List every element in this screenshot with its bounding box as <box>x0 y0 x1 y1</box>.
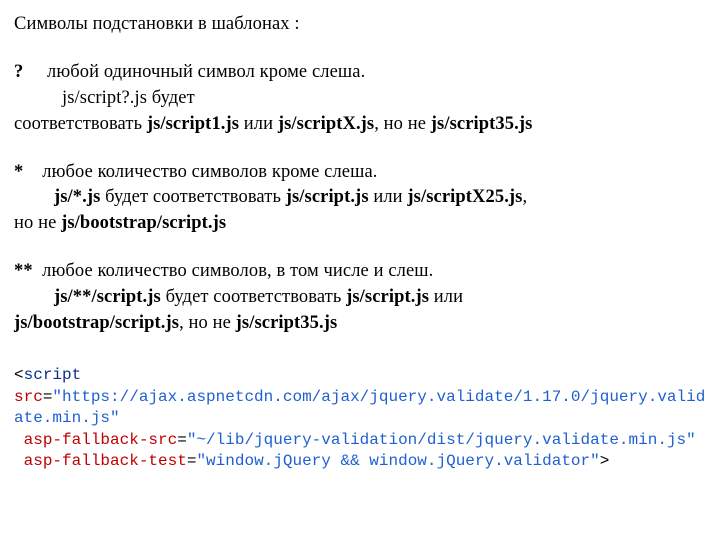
val-fallback-test: "window.jQuery && window.jQuery.validato… <box>196 452 599 470</box>
q-symbol: ? <box>14 62 23 82</box>
star-line3: но не js/bootstrap/script.js <box>14 211 706 237</box>
attr-fallback-test: asp-fallback-test <box>24 452 187 470</box>
attr-fallback-src: asp-fallback-src <box>24 431 178 449</box>
heading: Символы подстановки в шаблонах : <box>14 12 706 38</box>
dstar-line2: js/**/script.js будет соответствовать js… <box>14 285 706 311</box>
star-symbol: * <box>14 162 23 182</box>
dstar-line3: js/bootstrap/script.js, но не js/script3… <box>14 311 706 337</box>
attr-src: src <box>14 388 43 406</box>
q-line2: js/script?.js будет <box>14 86 706 112</box>
code-block: <script src="https://ajax.aspnetcdn.com/… <box>14 365 706 473</box>
star-line1: * любое количество символов кроме слеша. <box>14 160 706 186</box>
q-line3: соответствовать js/script1.js или js/scr… <box>14 112 706 138</box>
val-src: "https://ajax.aspnetcdn.com/ajax/jquery.… <box>14 388 705 428</box>
q-line1: ? любой одиночный символ кроме слеша. <box>14 60 706 86</box>
dstar-symbol: ** <box>14 261 33 281</box>
star-line2: js/*.js будет соответствовать js/script.… <box>14 185 706 211</box>
val-fallback-src: "~/lib/jquery-validation/dist/jquery.val… <box>187 431 696 449</box>
tag-script: script <box>24 366 82 384</box>
dstar-line1: ** любое количество символов, в том числ… <box>14 259 706 285</box>
prose-block: Символы подстановки в шаблонах : ? любой… <box>14 12 706 337</box>
